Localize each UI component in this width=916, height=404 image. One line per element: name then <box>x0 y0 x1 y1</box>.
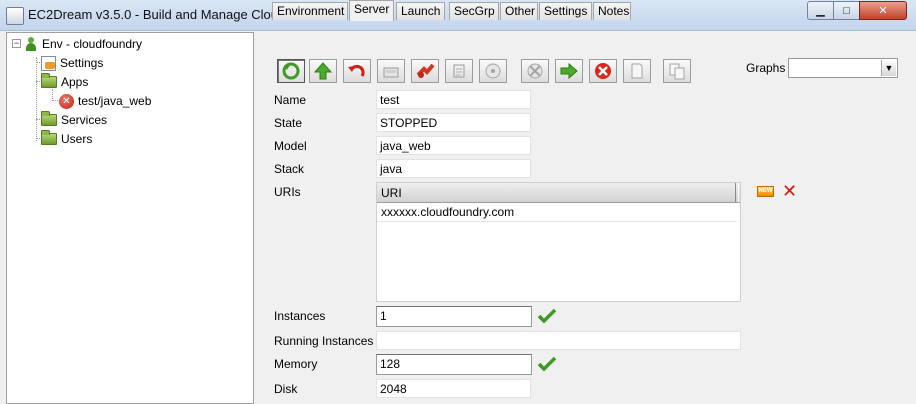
tree-item-label: Settings <box>60 56 104 70</box>
running-instances-label: Running Instances <box>274 334 374 348</box>
tree-item-label: Services <box>61 113 108 127</box>
tree-item-users[interactable]: Users <box>41 130 92 148</box>
stop-icon <box>527 63 543 79</box>
column-resize-handle[interactable] <box>735 183 739 202</box>
memory-label: Memory <box>274 357 318 371</box>
tree-root-env[interactable]: Env - cloudfoundry <box>24 35 142 53</box>
instances-input[interactable]: 1 <box>376 306 532 327</box>
check-icon[interactable] <box>538 308 556 324</box>
running-instances-field <box>376 331 741 350</box>
disk-button[interactable] <box>479 59 507 83</box>
stack-field: java <box>376 159 531 178</box>
error-status-icon: ✕ <box>59 93 74 109</box>
tree-item-label: test/java_web <box>78 94 152 108</box>
uri-cell: xxxxxx.cloudfoundry.com <box>381 205 515 219</box>
go-button[interactable] <box>555 59 583 83</box>
uri-column-header[interactable]: URI <box>377 183 740 203</box>
environment-tree[interactable]: − Env - cloudfoundry Settings Apps ✕ tes… <box>6 32 254 404</box>
script-button[interactable] <box>445 59 473 83</box>
folder-open-icon <box>41 73 57 88</box>
new-uri-icon[interactable]: NEW <box>757 186 774 197</box>
move-up-button[interactable] <box>309 59 337 83</box>
undo-icon <box>348 64 365 77</box>
tree-expander-root[interactable]: − <box>12 39 21 48</box>
chevron-down-icon[interactable]: ▼ <box>881 60 896 76</box>
model-label: Model <box>274 139 307 153</box>
copy-button[interactable] <box>663 59 691 83</box>
name-field[interactable]: test <box>376 90 531 109</box>
tab-secgrp[interactable]: SecGrp <box>449 2 499 20</box>
tree-root-label: Env - cloudfoundry <box>42 37 143 51</box>
app-icon <box>6 7 24 25</box>
check-icon[interactable] <box>538 356 556 372</box>
tree-item-label: Apps <box>61 75 89 89</box>
disk-field: 2048 <box>376 379 531 398</box>
refresh-button[interactable] <box>277 59 305 83</box>
tab-settings[interactable]: Settings <box>539 2 592 20</box>
state-field: STOPPED <box>376 113 531 132</box>
environment-icon <box>24 37 38 51</box>
connect-button[interactable] <box>411 59 439 83</box>
close-button[interactable]: ✕ <box>859 1 907 20</box>
tree-item-settings[interactable]: Settings <box>41 54 103 72</box>
folder-icon <box>41 111 57 126</box>
console-icon <box>383 67 399 78</box>
tree-item-services[interactable]: Services <box>41 111 107 129</box>
maximize-button[interactable]: □ <box>833 1 860 20</box>
disk-label: Disk <box>274 382 298 396</box>
refresh-icon <box>282 62 300 80</box>
tree-item-label: Users <box>61 132 93 146</box>
stop-button[interactable] <box>521 59 549 83</box>
delete-uri-icon[interactable]: ✕ <box>782 182 797 200</box>
settings-icon <box>41 55 56 71</box>
name-label: Name <box>274 93 307 107</box>
model-field: java_web <box>376 136 531 155</box>
uri-table[interactable]: URI xxxxxx.cloudfoundry.com <box>376 182 741 302</box>
uris-label: URIs <box>274 185 301 199</box>
go-icon <box>560 62 578 80</box>
connect-icon <box>416 63 435 78</box>
graphs-label: Graphs <box>746 61 786 75</box>
stack-label: Stack <box>274 162 305 176</box>
table-row[interactable]: xxxxxx.cloudfoundry.com <box>377 203 737 222</box>
uri-column-label: URI <box>381 186 402 200</box>
undo-button[interactable] <box>343 59 371 83</box>
console-button[interactable] <box>377 59 405 83</box>
memory-input[interactable]: 128 <box>376 354 532 375</box>
folder-icon <box>41 130 57 145</box>
tab-other[interactable]: Other <box>500 2 538 20</box>
log-button[interactable] <box>623 59 651 83</box>
graphs-select[interactable]: ▼ <box>788 58 898 78</box>
log-icon <box>631 63 643 79</box>
terminate-button[interactable] <box>589 59 617 83</box>
up-arrow-icon <box>313 62 333 80</box>
script-icon <box>453 64 465 78</box>
state-label: State <box>274 116 303 130</box>
tab-launch[interactable]: Launch <box>396 2 445 20</box>
terminate-icon <box>595 63 611 79</box>
tab-server[interactable]: Server <box>349 0 394 21</box>
tree-item-apps[interactable]: Apps <box>41 73 88 91</box>
tree-item-app-test-java-web[interactable]: ✕ test/java_web <box>59 92 151 110</box>
copy-icon <box>669 63 685 80</box>
tab-notes[interactable]: Notes <box>593 2 631 20</box>
disk-icon <box>485 63 501 79</box>
minimize-button[interactable]: ▁ <box>807 1 834 20</box>
instances-label: Instances <box>274 309 326 323</box>
tab-environment[interactable]: Environment <box>272 2 348 20</box>
